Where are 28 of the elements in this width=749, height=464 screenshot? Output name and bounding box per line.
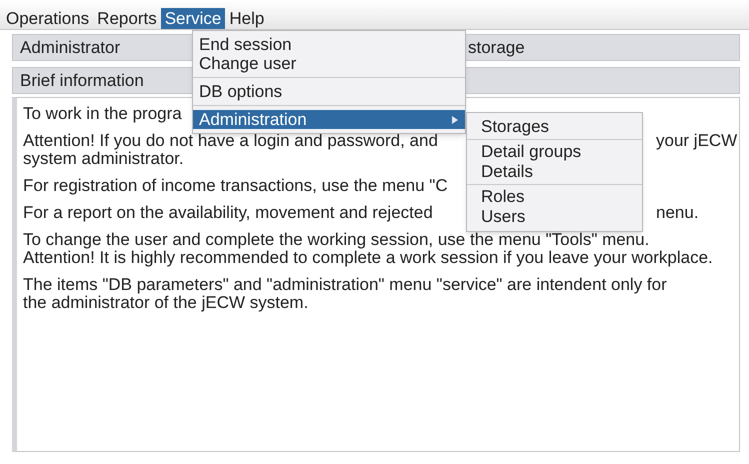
info-text: the administrator of the jECW system. xyxy=(23,293,308,312)
menu-option[interactable]: Storages xyxy=(467,117,642,137)
info-text: your jECW xyxy=(656,132,738,150)
menu-option[interactable]: Administration xyxy=(193,110,465,129)
menu-option[interactable]: Details xyxy=(467,162,642,182)
menu-option[interactable]: Detail groups xyxy=(467,142,642,162)
info-text: Attention! If you do not have a login and password, and xyxy=(23,131,438,150)
menu-item[interactable]: Reports xyxy=(93,8,161,29)
header-label: Administrator xyxy=(20,36,120,59)
menu-option[interactable]: DB options xyxy=(193,82,465,101)
header-label: storage xyxy=(468,36,525,59)
menu-option[interactable]: Users xyxy=(467,207,642,227)
menu-option[interactable]: Change user xyxy=(193,54,465,73)
info-text: To change the user and complete the working session, use the menu "Tools" menu. xyxy=(23,230,650,249)
header-label: Brief information xyxy=(20,70,144,92)
info-text: For a report on the availability, movement and rejected xyxy=(23,203,433,222)
menu-option[interactable]: Roles xyxy=(467,187,642,207)
info-text: For registration of income transactions, use the menu "C xyxy=(23,176,448,195)
info-text: The items "DB parameters" and "administration" menu "service" are intendent only for xyxy=(23,275,667,294)
info-text: nenu. xyxy=(656,204,699,222)
info-text: Attention! It is highly recommended to complete a work session if you leave your workplace. xyxy=(23,248,713,267)
menu-item[interactable]: Service xyxy=(160,8,226,29)
menu-option[interactable]: End session xyxy=(193,35,465,54)
info-text: To work in the progra xyxy=(23,104,182,123)
submenu-arrow-icon xyxy=(451,116,459,124)
menu-item[interactable]: Operations xyxy=(2,8,94,29)
menu-item[interactable]: Help xyxy=(225,8,268,29)
info-text: system administrator. xyxy=(23,149,184,168)
